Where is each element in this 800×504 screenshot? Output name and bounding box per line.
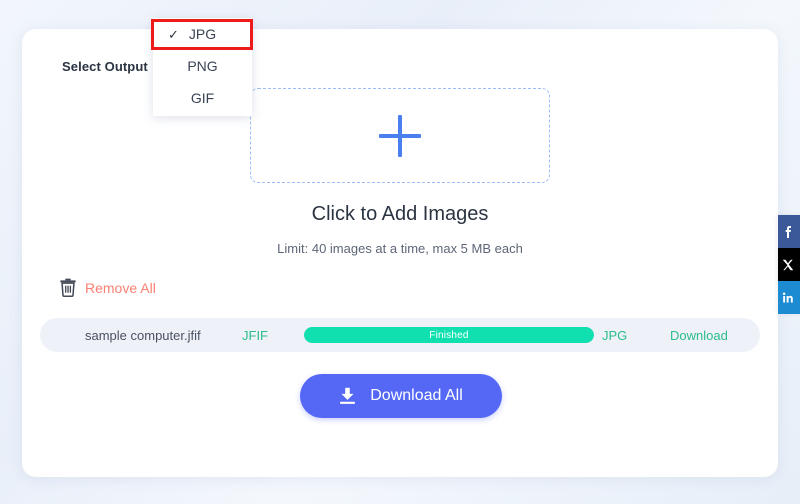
file-progress-fill: Finished — [304, 327, 594, 343]
remove-all-label: Remove All — [85, 279, 156, 296]
linkedin-icon — [782, 292, 793, 303]
download-icon — [340, 387, 356, 404]
share-linkedin-button[interactable] — [778, 281, 800, 314]
file-progress-bar: Finished — [304, 327, 594, 343]
dropdown-item-gif[interactable]: GIF — [153, 82, 252, 114]
file-progress-label: Finished — [429, 329, 469, 341]
remove-all-button[interactable]: Remove All — [59, 278, 156, 297]
file-source-format: JFIF — [242, 327, 268, 343]
trash-icon — [60, 278, 76, 297]
dropdown-item-jpg[interactable]: ✓ JPG — [153, 18, 252, 50]
share-facebook-button[interactable] — [778, 215, 800, 248]
file-download-link[interactable]: Download — [670, 328, 728, 343]
converter-card: Select Output Click to Add Images Limit:… — [22, 29, 778, 477]
social-share-rail — [778, 215, 800, 314]
check-icon: ✓ — [168, 26, 179, 42]
plus-icon — [379, 114, 421, 157]
file-name: sample computer.jfif — [85, 327, 201, 343]
share-x-button[interactable] — [778, 248, 800, 281]
x-twitter-icon — [782, 259, 794, 270]
facebook-icon — [785, 225, 791, 238]
dropzone-subtitle: Limit: 40 images at a time, max 5 MB eac… — [277, 241, 523, 256]
file-output-format: JPG — [602, 327, 628, 343]
dropzone-title: Click to Add Images — [311, 203, 489, 225]
download-all-label: Download All — [370, 387, 463, 404]
dropdown-item-gif-label: GIF — [190, 90, 215, 106]
file-row: sample computer.jfif JFIF Finished JPG D… — [40, 318, 760, 352]
output-format-dropdown[interactable]: ✓ JPG PNG GIF — [153, 18, 252, 116]
dropdown-item-png[interactable]: PNG — [153, 50, 252, 82]
select-output-label: Select Output — [62, 59, 148, 74]
dropdown-item-png-label: PNG — [187, 58, 218, 74]
upload-dropzone[interactable] — [250, 88, 550, 183]
dropdown-item-jpg-label: JPG — [188, 26, 217, 42]
download-all-button[interactable]: Download All — [300, 374, 502, 418]
